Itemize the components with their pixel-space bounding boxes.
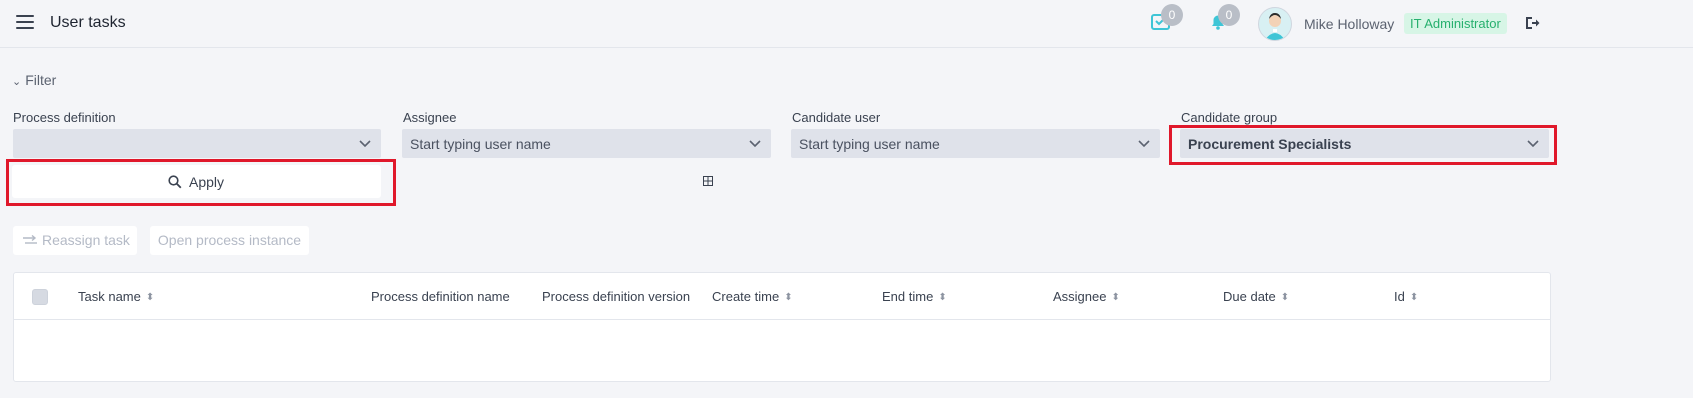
- apply-button[interactable]: Apply: [12, 165, 381, 198]
- column-assignee[interactable]: Assignee ⬍: [1053, 289, 1120, 304]
- filter-label: Filter: [25, 72, 57, 88]
- column-task-name[interactable]: Task name ⬍: [78, 289, 154, 304]
- column-create-time[interactable]: Create time ⬍: [712, 289, 793, 304]
- user-name[interactable]: Mike Holloway: [1304, 16, 1394, 32]
- column-end-time[interactable]: End time ⬍: [882, 289, 947, 304]
- sort-icon: ⬍: [1409, 292, 1419, 303]
- chevron-down-icon: ⌄: [12, 76, 22, 88]
- sort-icon: ⬍: [145, 292, 155, 303]
- process-definition-label: Process definition: [13, 110, 116, 125]
- layout-grid-icon[interactable]: [703, 176, 713, 186]
- column-process-definition-name: Process definition name: [371, 289, 510, 304]
- candidate-user-select[interactable]: Start typing user name: [791, 129, 1160, 158]
- tasks-table: Task name ⬍ Process definition name Proce…: [13, 272, 1551, 382]
- candidate-group-value: Procurement Specialists: [1188, 136, 1352, 152]
- column-label: Id: [1394, 289, 1405, 304]
- column-label: Task name: [78, 289, 141, 304]
- assignee-placeholder: Start typing user name: [410, 136, 551, 152]
- column-id[interactable]: Id ⬍: [1394, 289, 1418, 304]
- user-avatar-icon: [1265, 13, 1285, 40]
- tasks-count-badge: 0: [1161, 4, 1183, 26]
- candidate-group-label: Candidate group: [1181, 110, 1278, 125]
- open-process-instance-button[interactable]: Open process instance: [150, 226, 309, 255]
- assignee-select[interactable]: Start typing user name: [402, 129, 771, 158]
- column-label: Process definition version: [542, 289, 691, 304]
- column-label: Process definition name: [371, 289, 510, 304]
- sort-icon: ⬍: [1280, 292, 1290, 303]
- avatar[interactable]: [1258, 7, 1292, 41]
- page-title: User tasks: [50, 14, 126, 31]
- column-label: Create time: [712, 289, 780, 304]
- column-label: Assignee: [1053, 289, 1107, 304]
- sort-icon: ⬍: [938, 292, 947, 303]
- top-header: User tasks 0 0 Mike Holloway IT Administ…: [0, 0, 1693, 48]
- search-icon: [168, 175, 182, 189]
- table-header-row: Task name ⬍ Process definition name Proce…: [14, 273, 1550, 320]
- column-due-date[interactable]: Due date ⬍: [1223, 289, 1289, 304]
- apply-label: Apply: [189, 174, 225, 190]
- candidate-user-label: Candidate user: [792, 110, 881, 125]
- filter-toggle[interactable]: ⌄ Filter: [12, 72, 56, 88]
- column-process-definition-version: Process definition version: [542, 289, 690, 304]
- sort-icon: ⬍: [784, 292, 793, 303]
- chevron-down-icon: [359, 140, 371, 148]
- open-process-instance-label: Open process instance: [157, 232, 302, 248]
- sort-icon: ⬍: [1111, 292, 1120, 303]
- notifications-count-badge: 0: [1218, 4, 1240, 26]
- reassign-task-button[interactable]: Reassign task: [13, 226, 137, 255]
- tasks-inbox-button[interactable]: 0: [1150, 4, 1183, 36]
- select-all-checkbox[interactable]: [32, 289, 48, 305]
- reassign-task-label: Reassign task: [42, 232, 130, 248]
- candidate-group-select[interactable]: Procurement Specialists: [1180, 129, 1549, 158]
- swap-arrows-icon: [23, 234, 37, 244]
- chevron-down-icon: [749, 140, 761, 148]
- assignee-label: Assignee: [403, 110, 457, 125]
- role-badge: IT Administrator: [1404, 13, 1507, 34]
- logout-icon[interactable]: [1524, 15, 1542, 33]
- chevron-down-icon: [1527, 140, 1539, 148]
- notifications-button[interactable]: 0: [1207, 4, 1240, 36]
- hamburger-menu-icon[interactable]: [16, 15, 34, 29]
- column-label: Due date: [1223, 289, 1276, 304]
- candidate-user-placeholder: Start typing user name: [799, 136, 940, 152]
- chevron-down-icon: [1138, 140, 1150, 148]
- process-definition-select[interactable]: [13, 129, 381, 158]
- column-label: End time: [882, 289, 934, 304]
